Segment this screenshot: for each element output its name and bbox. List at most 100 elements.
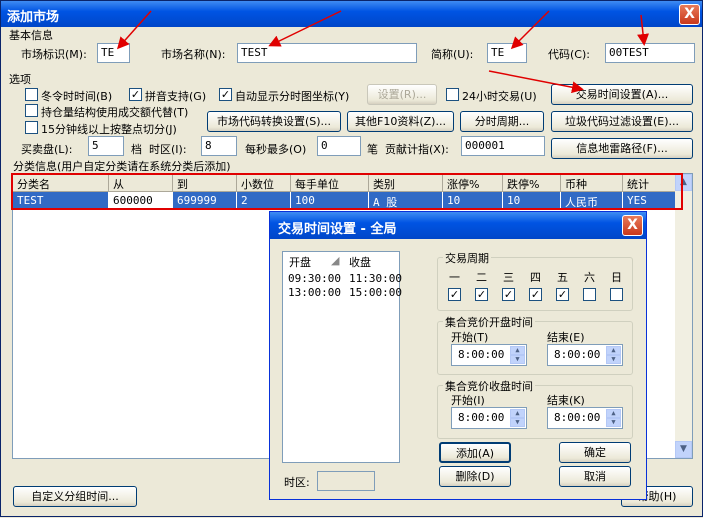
sessions-list[interactable]: 开盘 ◢ 收盘 09:30:00 11:30:00 13:00:00 15:00… (282, 251, 402, 463)
close-end-spinner[interactable]: 8:00:00 ▲ ▼ (547, 407, 623, 429)
window-titlebar: 添加市场 (1, 1, 702, 27)
session-close[interactable]: 15:00:00 (349, 286, 402, 299)
day-mon-checkbox[interactable]: ✓ (448, 288, 461, 301)
day-fri-checkbox[interactable]: ✓ (556, 288, 569, 301)
col-close-header[interactable]: 收盘 (349, 254, 371, 270)
spin-down-icon[interactable]: ▼ (510, 355, 525, 364)
pinyin-label: 拼音支持(G) (145, 90, 207, 103)
open-start-spinner[interactable]: 8:00:00 ▲ ▼ (451, 344, 527, 366)
pinyin-checkbox[interactable]: ✓ (129, 88, 142, 101)
day-thu-label: 四 (530, 271, 541, 284)
annotation-highlight-box (11, 173, 683, 210)
session-close[interactable]: 11:30:00 (349, 272, 402, 285)
max-per-sec-label: 每秒最多(O) (245, 143, 307, 156)
open-end-spinner[interactable]: 8:00:00 ▲ ▼ (547, 344, 623, 366)
dst-checkbox[interactable] (25, 88, 38, 101)
dst-label: 冬令时时间(B) (41, 90, 113, 103)
h24-checkbox[interactable] (446, 88, 459, 101)
day-mon-label: 一 (449, 271, 460, 284)
bid-input[interactable]: 5 (88, 136, 124, 156)
day-tue-checkbox[interactable]: ✓ (475, 288, 488, 301)
spin-down-icon[interactable]: ▼ (606, 355, 621, 364)
max-per-sec-input[interactable]: 0 (317, 136, 361, 156)
day-fri-label: 五 (557, 271, 568, 284)
spin-up-icon[interactable]: ▲ (606, 409, 621, 418)
max-per-sec-unit: 笔 (367, 143, 378, 156)
window-title: 添加市场 (7, 10, 60, 25)
open-start-label: 开始(T) (451, 331, 489, 344)
close-start-spinner[interactable]: 8:00:00 ▲ ▼ (451, 407, 527, 429)
col-open-header[interactable]: 开盘 (289, 254, 311, 270)
options-section-label: 选项 (9, 73, 31, 86)
spin-up-icon[interactable]: ▲ (510, 409, 525, 418)
market-id-label: 市场标识(M): (21, 48, 87, 61)
timezone-label: 时区(I): (149, 143, 187, 156)
f10-button[interactable]: 其他F10资料(Z)... (347, 111, 454, 132)
spin-up-icon[interactable]: ▲ (606, 346, 621, 355)
basic-info-section-label: 基本信息 (9, 29, 53, 42)
spin-down-icon[interactable]: ▼ (606, 418, 621, 427)
contrib-label: 贡献计指(X): (385, 143, 449, 156)
add-market-window: 添加市场 X 基本信息 市场标识(M): TE 市场名称(N): TEST 简称… (0, 0, 703, 517)
dialog-title: 交易时间设置 - 全局 (270, 212, 646, 239)
market-name-label: 市场名称(N): (161, 48, 226, 61)
close-start-label: 开始(I) (451, 394, 485, 407)
close-end-label: 结束(K) (547, 394, 585, 407)
open-auction-label: 集合竞价开盘时间 (443, 314, 535, 330)
auto-coord-checkbox[interactable]: ✓ (219, 88, 232, 101)
market-id-input[interactable]: TE (97, 43, 130, 63)
cancel-button[interactable]: 取消 (559, 466, 631, 487)
period-button[interactable]: 分时周期... (460, 111, 544, 132)
ok-button[interactable]: 确定 (559, 442, 631, 463)
day-sat-label: 六 (584, 271, 595, 284)
day-thu-checkbox[interactable]: ✓ (529, 288, 542, 301)
open-end-value: 8:00:00 (554, 348, 601, 361)
day-wed-checkbox[interactable]: ✓ (502, 288, 515, 301)
position-label: 持仓量结构使用成交额代替(T) (41, 106, 189, 119)
session-open[interactable]: 13:00:00 (288, 286, 341, 299)
delete-session-button[interactable]: 删除(D) (439, 466, 511, 487)
trade-time-settings-button[interactable]: 交易时间设置(A)... (551, 84, 693, 105)
abbreviation-input[interactable]: TE (487, 43, 527, 63)
code-convert-button[interactable]: 市场代码转换设置(S)... (207, 111, 341, 132)
code-label: 代码(C): (548, 48, 590, 61)
position-checkbox[interactable] (25, 104, 38, 117)
garbage-filter-button[interactable]: 垃圾代码过滤设置(E)... (551, 111, 693, 132)
close-end-value: 8:00:00 (554, 411, 601, 424)
sort-icon: ◢ (331, 254, 340, 267)
code-input[interactable]: 00TEST (605, 43, 695, 63)
min15-checkbox[interactable] (25, 121, 38, 134)
dialog-tz-label: 时区: (284, 476, 310, 489)
day-tue-label: 二 (476, 271, 487, 284)
day-sun-checkbox[interactable] (610, 288, 623, 301)
day-sat-checkbox[interactable] (583, 288, 596, 301)
open-start-value: 8:00:00 (458, 348, 505, 361)
day-wed-label: 三 (503, 271, 514, 284)
dialog-tz-input[interactable] (317, 471, 375, 491)
bid-unit: 档 (131, 143, 142, 156)
abbreviation-label: 简称(U): (431, 48, 474, 61)
contrib-input[interactable]: 000001 (461, 136, 545, 156)
open-end-label: 结束(E) (547, 331, 585, 344)
custom-group-time-button[interactable]: 自定义分组时间... (13, 486, 137, 507)
minefield-path-button[interactable]: 信息地雷路径(F)... (551, 138, 693, 159)
timezone-input[interactable]: 8 (201, 136, 237, 156)
trade-period-label: 交易周期 (443, 250, 491, 266)
bid-label: 买卖盘(L): (21, 143, 73, 156)
session-open[interactable]: 09:30:00 (288, 272, 341, 285)
dialog-close-button[interactable]: X (622, 215, 643, 236)
auto-coord-label: 自动显示分时图坐标(Y) (235, 90, 350, 103)
spin-down-icon[interactable]: ▼ (510, 418, 525, 427)
table-scrollbar[interactable]: ▲ ▼ (675, 174, 692, 458)
add-session-button[interactable]: 添加(A) (439, 442, 511, 463)
h24-label: 24小时交易(U) (462, 90, 537, 103)
min15-label: 15分钟线以上按整点切分(J) (41, 123, 177, 136)
scroll-down-icon[interactable]: ▼ (675, 441, 692, 458)
day-sun-label: 日 (611, 271, 622, 284)
classify-section-label: 分类信息(用户自定分类请在系统分类后添加) (13, 160, 231, 173)
close-button[interactable]: X (679, 4, 700, 25)
market-name-input[interactable]: TEST (237, 43, 417, 63)
settings-button[interactable]: 设置(R)... (367, 84, 437, 105)
spin-up-icon[interactable]: ▲ (510, 346, 525, 355)
close-start-value: 8:00:00 (458, 411, 505, 424)
